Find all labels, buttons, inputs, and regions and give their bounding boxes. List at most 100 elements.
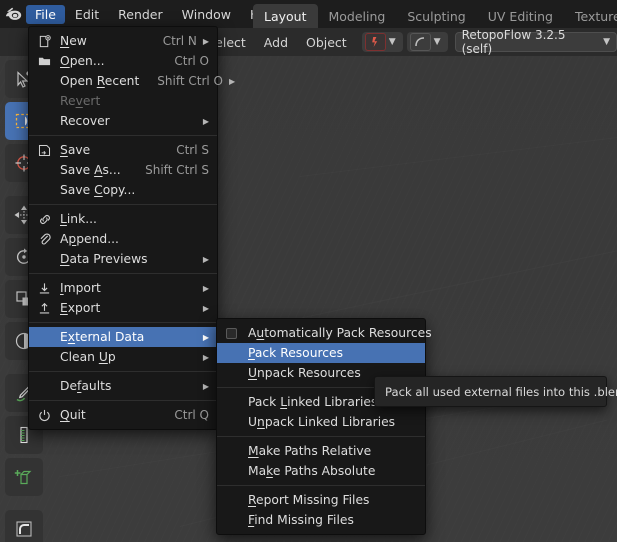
add-primitive-tool[interactable] — [5, 458, 43, 496]
menu-item-link[interactable]: Link... — [29, 209, 217, 229]
menu-item-shortcut: Ctrl N — [162, 34, 197, 48]
menu-item-label: Find Missing Files — [248, 513, 354, 527]
menu-separator — [217, 485, 425, 486]
add-menu[interactable]: Add — [255, 35, 297, 50]
chevron-down-icon[interactable]: ▼ — [434, 37, 441, 47]
addon-select[interactable]: RetopoFlow 3.2.5 (self) ▼ — [454, 28, 617, 56]
menu-item-clean-up[interactable]: Clean Up ▶ — [29, 347, 217, 367]
menu-item-quit[interactable]: Quit Ctrl Q — [29, 405, 217, 425]
menu-item-data-previews[interactable]: Data Previews ▶ — [29, 249, 217, 269]
menu-item-open[interactable]: Open... Ctrl O — [29, 51, 217, 71]
add-cube-icon — [14, 467, 34, 487]
menu-separator — [217, 436, 425, 437]
workspace-tab-layout[interactable]: Layout — [253, 4, 318, 28]
menu-item-shortcut: Shift Ctrl S — [145, 163, 209, 177]
menu-item-save-copy[interactable]: Save Copy... — [29, 180, 217, 200]
menu-item-report-missing-files[interactable]: Report Missing Files — [217, 490, 425, 510]
workspace-tab-modeling[interactable]: Modeling — [318, 4, 397, 28]
bevel-corner-icon — [14, 519, 34, 539]
workspace-tab-texture-paint[interactable]: Texture Paint — [564, 4, 617, 28]
menu-item-export[interactable]: Export ▶ — [29, 298, 217, 318]
menu-root-file[interactable]: File — [26, 4, 65, 24]
workspace-tab-label: Layout — [264, 8, 307, 24]
menu-separator — [29, 371, 217, 372]
menu-separator — [29, 322, 217, 323]
menu-item-label: Link... — [60, 212, 97, 226]
paperclip-icon — [38, 232, 60, 246]
menu-item-label: Unpack Linked Libraries — [248, 415, 396, 429]
menu-item-shortcut: Ctrl O — [174, 54, 209, 68]
open-folder-icon — [38, 55, 60, 67]
snapping-control[interactable]: ▼ — [361, 32, 403, 52]
menu-item-label: Data Previews — [60, 252, 148, 266]
workspace-tab-sculpting[interactable]: Sculpting — [396, 4, 476, 28]
menu-root-label: Edit — [74, 6, 100, 22]
menu-item-automatically-pack-resources[interactable]: Automatically Pack Resources — [217, 323, 432, 343]
menu-item-label: Clean Up — [60, 350, 116, 364]
chevron-down-icon[interactable]: ▼ — [389, 37, 396, 47]
file-menu-panel[interactable]: New Ctrl N ▶ Open... Ctrl O Open Recent Shift … — [28, 26, 235, 430]
workspace-tab-label: Texture Paint — [574, 8, 617, 24]
menu-item-label: Automatically Pack Resources — [248, 326, 432, 340]
menu-item-open-recent[interactable]: Open Recent Shift Ctrl O ▶ — [29, 71, 235, 91]
submenu-arrow-icon: ▶ — [202, 36, 209, 46]
menu-item-shortcut: Shift Ctrl O — [157, 74, 223, 88]
menu-root-render[interactable]: Render — [109, 5, 172, 24]
workspace-tab-label: UV Editing — [487, 8, 553, 24]
menu-item-shortcut: Ctrl Q — [174, 408, 209, 422]
menu-item-new[interactable]: New Ctrl N ▶ — [29, 31, 217, 51]
menu-root-label: Window — [181, 6, 231, 22]
submenu-arrow-icon: ▶ — [202, 283, 209, 293]
save-disk-icon — [38, 144, 60, 157]
menu-item-label: Save As... — [60, 163, 121, 177]
tooltip-text: Pack all used external files into this .… — [385, 384, 617, 399]
menu-item-label: Save Copy... — [60, 183, 136, 197]
chevron-down-icon[interactable]: ▼ — [603, 37, 610, 47]
workspace-tab-bar: Layout Modeling Sculpting UV Editing Texture… — [253, 0, 617, 28]
menu-item-save[interactable]: Save Ctrl S — [29, 140, 217, 160]
menu-root-window[interactable]: Window — [173, 5, 240, 24]
menu-item-label: Revert — [60, 94, 101, 108]
menu-separator — [29, 400, 217, 401]
menu-item-pack-resources[interactable]: Pack Resources — [217, 343, 425, 363]
menu-item-recover[interactable]: Recover ▶ — [29, 111, 217, 131]
submenu-arrow-icon: ▶ — [202, 352, 209, 362]
proportional-editing-icon[interactable] — [409, 33, 431, 51]
object-menu[interactable]: Object — [297, 35, 356, 50]
menu-separator — [29, 204, 217, 205]
workspace-tab-label: Sculpting — [407, 8, 466, 24]
link-chain-icon — [38, 213, 60, 226]
submenu-arrow-icon: ▶ — [202, 332, 209, 342]
external-data-menu-panel[interactable]: Automatically Pack Resources Pack Resourc… — [216, 318, 432, 535]
menu-item-save-as[interactable]: Save As... Shift Ctrl S — [29, 160, 217, 180]
menu-item-label: Report Missing Files — [248, 493, 370, 507]
menu-item-label: Make Paths Relative — [248, 444, 372, 458]
proportional-editing-control[interactable]: ▼ — [406, 32, 448, 52]
menu-item-label: Open Recent — [60, 74, 140, 88]
menu-item-label: Import — [60, 281, 101, 295]
menu-item-label: Defaults — [60, 379, 112, 393]
menu-item-make-paths-absolute[interactable]: Make Paths Absolute — [217, 461, 425, 481]
menu-item-unpack-linked-libraries[interactable]: Unpack Linked Libraries — [217, 412, 425, 432]
menu-root-label: File — [35, 6, 56, 22]
menu-item-label: External Data — [60, 330, 145, 344]
new-file-icon — [38, 34, 60, 48]
menu-item-shortcut: Ctrl S — [176, 143, 209, 157]
workspace-tab-uv-editing[interactable]: UV Editing — [477, 4, 564, 28]
menu-item-label: New — [60, 34, 87, 48]
submenu-arrow-icon: ▶ — [228, 76, 236, 86]
menu-item-make-paths-relative[interactable]: Make Paths Relative — [217, 441, 425, 461]
menu-item-import[interactable]: Import ▶ — [29, 278, 217, 298]
menu-item-defaults[interactable]: Defaults ▶ — [29, 376, 217, 396]
menu-item-find-missing-files[interactable]: Find Missing Files — [217, 510, 425, 530]
magnet-snap-icon[interactable] — [364, 33, 386, 51]
checkbox-unchecked-icon — [226, 327, 248, 339]
tooltip: Pack all used external files into this .… — [374, 376, 617, 407]
menu-item-append[interactable]: Append... — [29, 229, 217, 249]
menu-item-external-data[interactable]: External Data ▶ — [29, 327, 217, 347]
blender-logo-icon[interactable] — [0, 0, 26, 28]
export-arrow-icon — [38, 302, 60, 315]
workspace-tab-label: Modeling — [328, 8, 386, 24]
bevel-tool[interactable] — [5, 510, 43, 542]
menu-root-edit[interactable]: Edit — [66, 5, 108, 24]
